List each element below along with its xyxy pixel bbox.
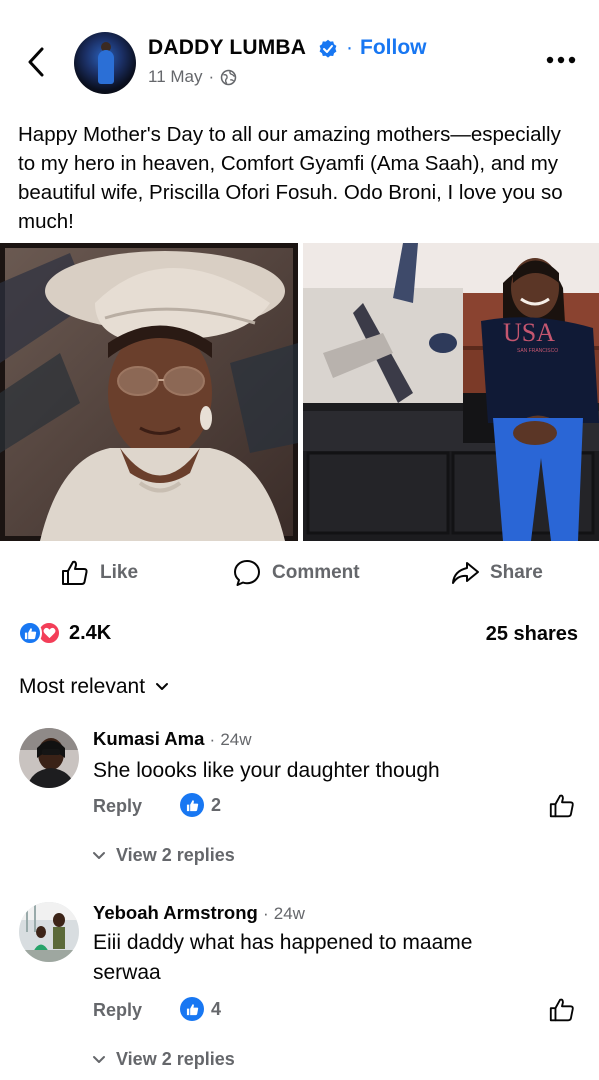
commenter-avatar[interactable]	[19, 902, 79, 962]
post-page: DADDY LUMBA · Follow 11 May · Happy Moth…	[0, 0, 599, 1080]
comment-text: She loooks like your daughter though	[93, 759, 440, 782]
reaction-summary[interactable]: 2.4K	[18, 621, 111, 645]
like-button[interactable]: Like	[60, 558, 138, 588]
comment-likes-value: 2	[211, 794, 222, 815]
follow-button[interactable]: Follow	[360, 36, 427, 60]
share-count[interactable]: 25 shares	[486, 623, 578, 646]
chevron-down-icon	[93, 1055, 105, 1063]
post-meta: 11 May ·	[148, 67, 237, 87]
post-caption: Happy Mother's Day to all our amazing mo…	[18, 123, 563, 233]
chevron-down-icon	[93, 851, 105, 859]
post-action-bar: Like Comment Share	[0, 552, 599, 596]
shirt-usa-text: USA	[503, 318, 555, 347]
more-options-button[interactable]	[543, 48, 579, 72]
comment-item: Yeboah Armstrong · 24w Eiii daddy what h…	[0, 892, 599, 1080]
globe-icon	[220, 69, 237, 85]
comment-button[interactable]: Comment	[232, 558, 360, 588]
wife-photo-image: USA SAN FRANCISCO	[303, 243, 599, 541]
meta-separator: ·	[208, 67, 215, 86]
back-button[interactable]	[22, 44, 50, 80]
like-label: Like	[100, 562, 139, 583]
comment-sort-dropdown[interactable]: Most relevant	[19, 675, 169, 699]
view-replies-button[interactable]: View 2 replies	[92, 1049, 235, 1070]
comment-likes-value: 4	[211, 998, 222, 1019]
post-header: DADDY LUMBA · Follow 11 May ·	[0, 26, 599, 98]
reply-button[interactable]: Reply	[93, 1000, 142, 1021]
comment-text: Eiii daddy what has happened to maame se…	[93, 931, 473, 984]
shirt-subtext: SAN FRANCISCO	[517, 348, 558, 354]
share-icon	[452, 562, 479, 584]
view-replies-label: View 2 replies	[116, 845, 235, 865]
share-button[interactable]: Share	[450, 558, 543, 588]
more-options-icon	[546, 56, 576, 64]
chevron-down-icon	[156, 683, 169, 690]
verified-badge-icon	[319, 39, 337, 58]
commenter-name-text: Yeboah Armstrong	[93, 902, 258, 923]
photo-wife[interactable]: USA SAN FRANCISCO	[303, 243, 599, 541]
back-arrow-icon	[28, 47, 44, 77]
comment-like-count: 2	[180, 793, 221, 817]
like-reaction-icon	[18, 621, 42, 645]
commenter-name[interactable]: Yeboah Armstrong · 24w	[93, 902, 305, 924]
like-icon	[62, 560, 88, 585]
commenter-name[interactable]: Kumasi Ama · 24w	[93, 728, 252, 750]
comment-like-icon[interactable]	[548, 792, 576, 820]
author-name[interactable]: DADDY LUMBA	[148, 36, 306, 60]
sort-label: Most relevant	[19, 675, 146, 698]
comment-item: Kumasi Ama · 24w She loooks like your da…	[0, 720, 599, 870]
comment-label: Comment	[272, 562, 360, 583]
view-replies-label: View 2 replies	[116, 1049, 235, 1069]
commenter-name-text: Kumasi Ama	[93, 728, 205, 749]
comment-like-count: 4	[180, 997, 221, 1021]
comment-icon	[234, 560, 260, 586]
header-separator: ·	[346, 36, 353, 59]
comment-time-separator: ·	[209, 730, 216, 749]
reply-button[interactable]: Reply	[93, 796, 142, 817]
commenter-avatar[interactable]	[19, 728, 79, 788]
like-reaction-icon	[180, 793, 204, 817]
photo-mother-portrait[interactable]	[0, 243, 298, 541]
mother-portrait-image	[0, 243, 298, 541]
share-label: Share	[490, 562, 543, 583]
comment-like-icon[interactable]	[548, 996, 576, 1024]
author-avatar[interactable]	[74, 32, 136, 94]
comment-time-separator: ·	[262, 904, 269, 923]
post-date: 11 May	[148, 67, 203, 86]
reaction-count: 2.4K	[69, 621, 112, 644]
like-reaction-icon	[180, 997, 204, 1021]
view-replies-button[interactable]: View 2 replies	[92, 845, 235, 866]
comment-time: 24w	[220, 730, 252, 749]
comment-time: 24w	[273, 904, 305, 923]
